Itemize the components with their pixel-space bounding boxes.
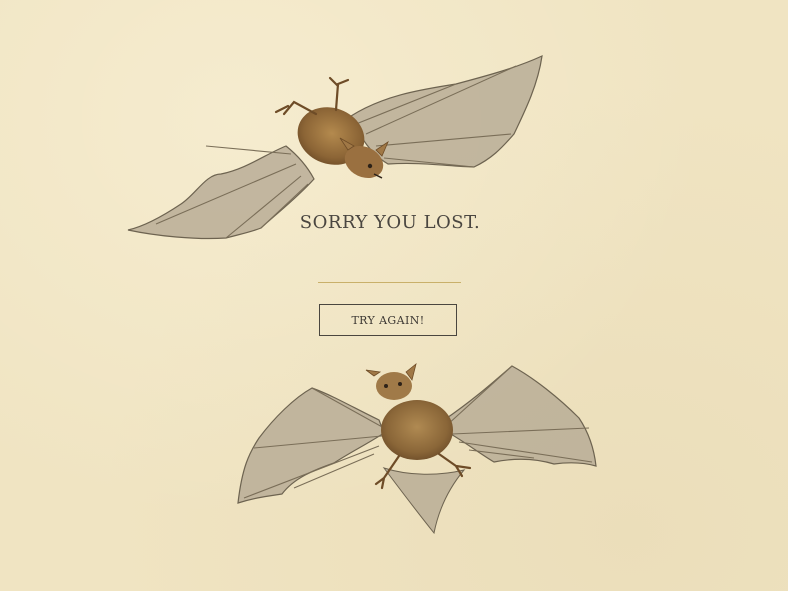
try-again-button[interactable]: TRY AGAIN! — [319, 304, 457, 336]
game-result-message: SORRY YOU LOST. — [299, 212, 481, 233]
game-over-screen: SORRY YOU LOST. TRY AGAIN! — [0, 0, 788, 591]
bat-illustration-bottom — [237, 362, 597, 535]
divider-line — [318, 282, 461, 283]
